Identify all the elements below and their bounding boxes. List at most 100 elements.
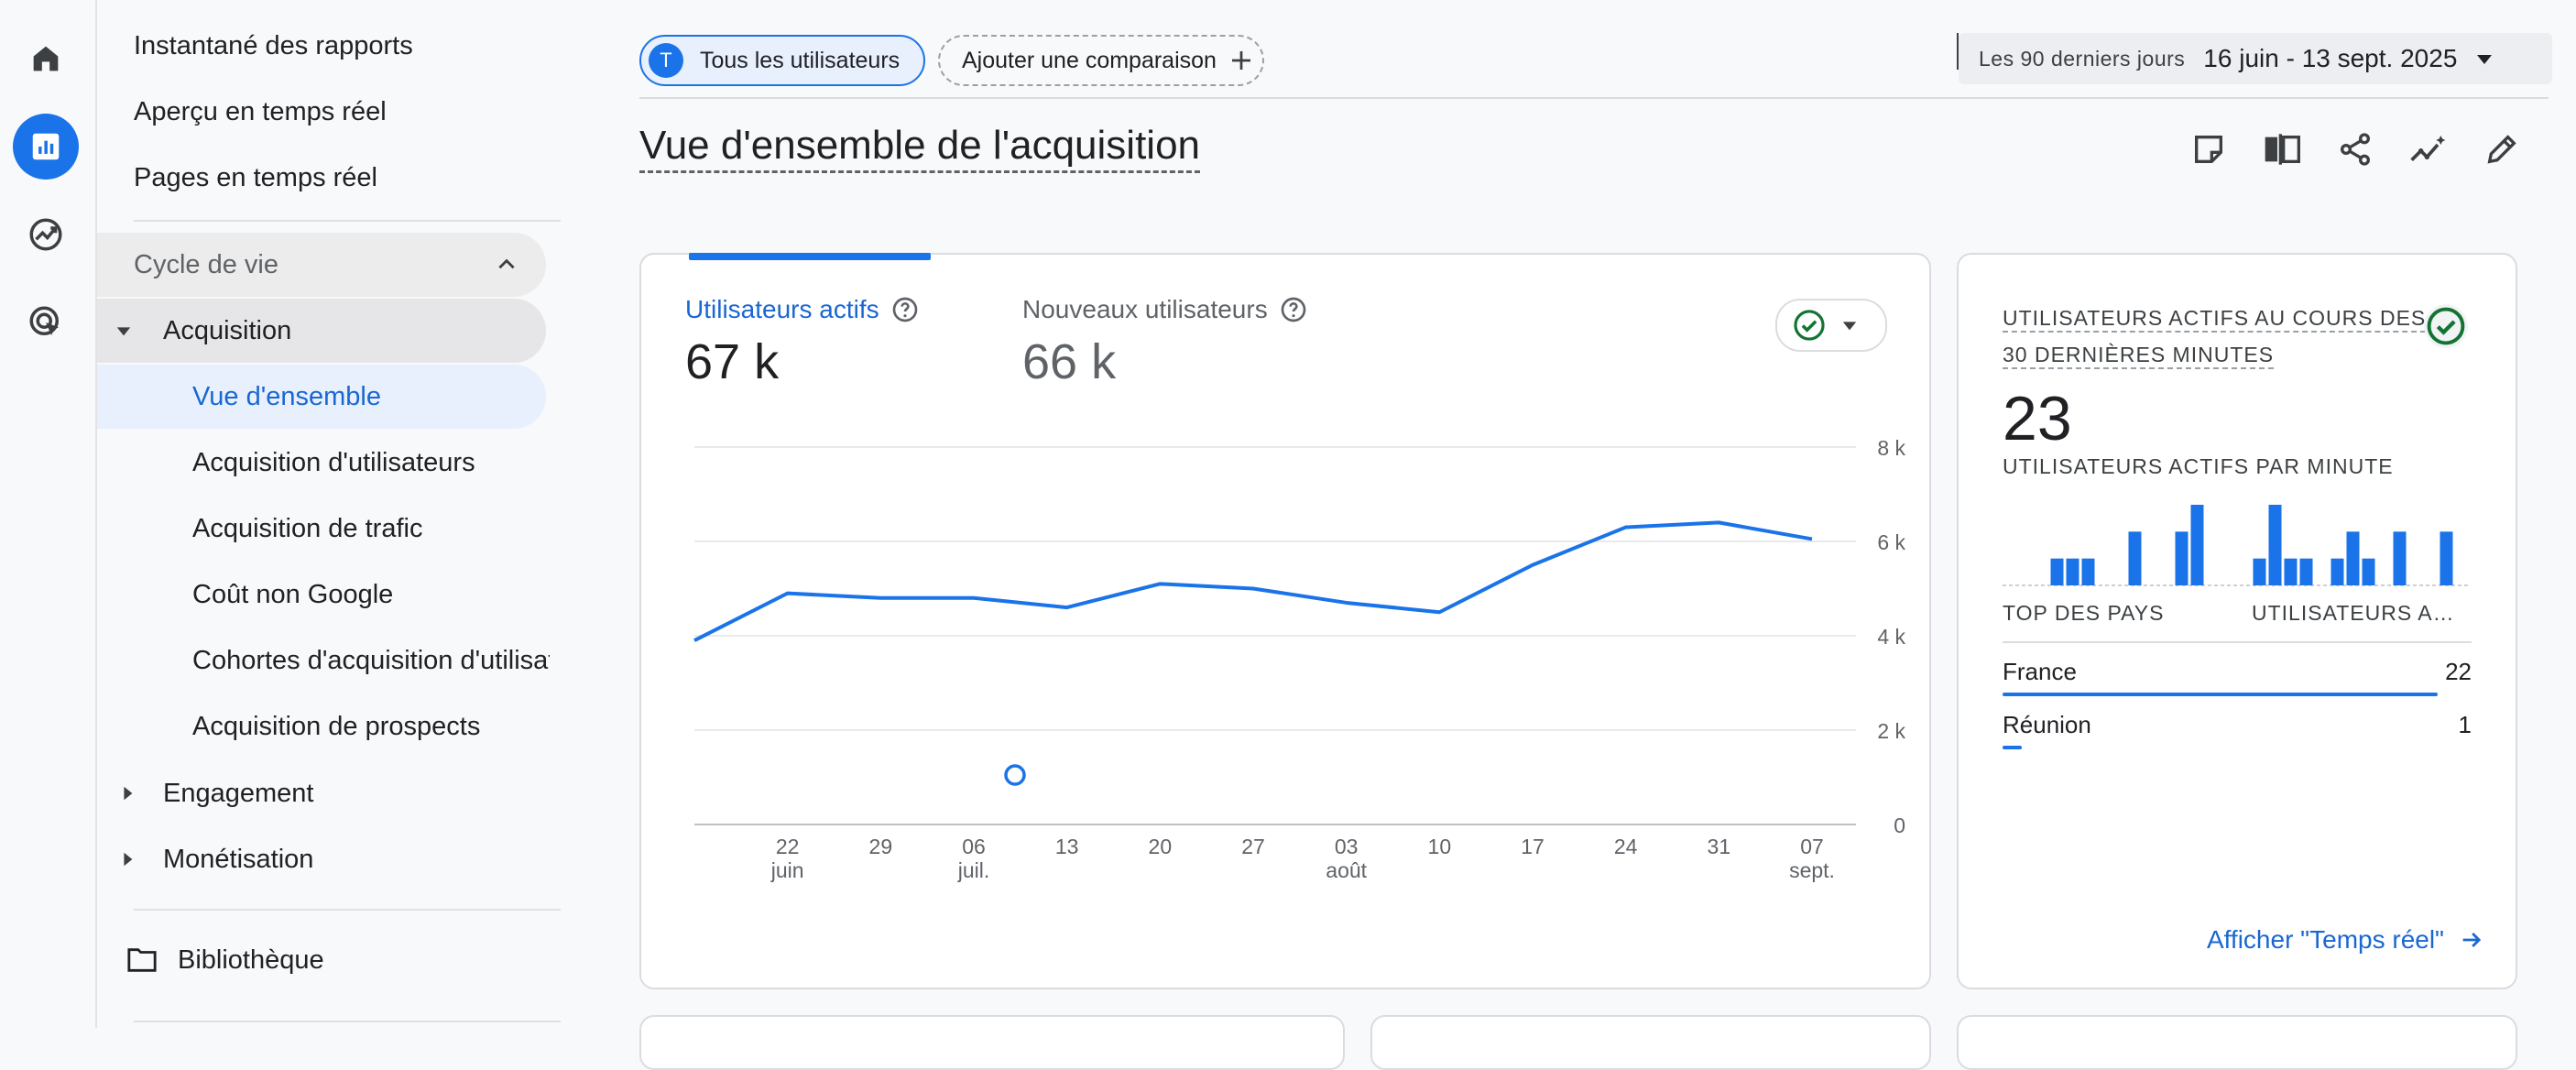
minute-bar xyxy=(2066,558,2079,585)
caret-down-icon xyxy=(116,327,131,336)
realtime-value: 23 xyxy=(2003,384,2072,453)
minute-bar xyxy=(2330,558,2344,585)
country-share-bar xyxy=(2003,746,2023,749)
per-minute-bars xyxy=(2003,505,2470,586)
nav-library-label: Bibliothèque xyxy=(178,944,324,975)
nav-sub-lead-acquisition[interactable]: Acquisition de prospects xyxy=(192,694,550,759)
nav-sub-traffic-acquisition[interactable]: Acquisition de trafic xyxy=(192,497,550,561)
users-header: UTILISATEURS A… xyxy=(2252,601,2455,625)
y-tick-label: 8 k xyxy=(1877,436,1905,460)
minute-bar xyxy=(2081,558,2095,585)
note-icon[interactable] xyxy=(2186,126,2232,172)
date-range-value: 16 juin - 13 sept. 2025 xyxy=(2203,44,2458,72)
annotation-marker xyxy=(1004,764,1026,786)
x-tick-label: 10 xyxy=(1428,835,1452,858)
minute-bar xyxy=(2050,558,2064,585)
add-comparison-button[interactable]: Ajouter une comparaison xyxy=(938,35,1264,86)
nav-divider xyxy=(134,1021,561,1022)
x-tick-label: 06 xyxy=(962,835,986,858)
reports-icon[interactable] xyxy=(13,114,79,180)
x-tick-label: 27 xyxy=(1241,835,1265,858)
segment-label: Tous les utilisateurs xyxy=(700,47,901,73)
caret-right-icon xyxy=(124,786,133,801)
segment-chip[interactable]: T Tous les utilisateurs xyxy=(639,35,925,86)
nav-section-lifecycle[interactable]: Cycle de vie xyxy=(97,233,546,297)
share-icon[interactable] xyxy=(2332,126,2378,172)
plus-icon xyxy=(1231,51,1250,70)
nav-item-realtime-pages[interactable]: Pages en temps réel xyxy=(134,148,377,207)
minute-bar xyxy=(2253,558,2266,585)
lower-card xyxy=(1370,1015,1931,1070)
date-range-picker[interactable]: Les 90 derniers jours 16 juin - 13 sept.… xyxy=(1959,33,2552,84)
view-realtime-label: Afficher "Temps réel" xyxy=(2206,925,2444,954)
chevron-up-icon xyxy=(498,258,515,269)
minute-bar xyxy=(2190,505,2204,585)
avatar: T xyxy=(649,43,683,78)
x-tick-label: 03 xyxy=(1335,835,1359,858)
page-title[interactable]: Vue d'ensemble de l'acquisition xyxy=(639,123,1201,173)
folder-icon xyxy=(127,948,157,972)
x-tick-label: 22 xyxy=(776,835,800,858)
minute-bar xyxy=(2268,505,2282,585)
main-content: T Tous les utilisateurs Ajouter une comp… xyxy=(561,0,2576,1070)
add-comparison-label: Ajouter une comparaison xyxy=(962,47,1217,73)
nav-sub-overview[interactable]: Vue d'ensemble xyxy=(97,365,546,429)
nav-sub-cohorts[interactable]: Cohortes d'acquisition d'utilisateurs xyxy=(192,628,550,693)
arrow-right-icon xyxy=(2462,933,2482,947)
country-value: 1 xyxy=(2458,711,2472,738)
nav-item-reports-snapshot[interactable]: Instantané des rapports xyxy=(134,16,413,75)
nav-sub-user-acquisition[interactable]: Acquisition d'utilisateurs xyxy=(192,431,550,495)
lower-card xyxy=(639,1015,1345,1070)
per-minute-label: UTILISATEURS ACTIFS PAR MINUTE xyxy=(2003,454,2394,478)
x-tick-month-label: sept. xyxy=(1789,858,1835,882)
caret-right-icon xyxy=(124,852,133,867)
home-icon[interactable] xyxy=(13,26,79,92)
nav-divider xyxy=(134,909,561,911)
minute-bar xyxy=(2175,531,2189,585)
nav-acquisition-label: Acquisition xyxy=(163,315,292,345)
y-tick-label: 0 xyxy=(1894,813,1905,837)
minute-bar xyxy=(2440,531,2453,585)
y-tick-label: 2 k xyxy=(1877,719,1905,743)
x-tick-label: 31 xyxy=(1708,835,1731,858)
x-tick-label: 29 xyxy=(869,835,893,858)
country-name: Réunion xyxy=(2003,711,2091,738)
nav-monetization-label: Monétisation xyxy=(163,844,314,874)
compare-icon[interactable] xyxy=(2259,126,2305,172)
nav-item-monetization[interactable]: Monétisation xyxy=(97,830,546,889)
minute-bar xyxy=(2299,558,2313,585)
check-circle-icon[interactable] xyxy=(2422,302,2470,350)
insights-icon[interactable] xyxy=(2406,126,2451,172)
country-row[interactable]: Réunion 1 xyxy=(2003,707,2472,759)
nav-panel: Instantané des rapports Aperçu en temps … xyxy=(97,0,561,1028)
nav-item-acquisition[interactable]: Acquisition xyxy=(97,299,546,363)
lower-card xyxy=(1957,1015,2517,1070)
country-value: 22 xyxy=(2445,658,2472,685)
left-rail xyxy=(0,0,97,1028)
y-tick-label: 6 k xyxy=(1877,530,1905,554)
y-tick-label: 4 k xyxy=(1877,625,1905,649)
acquisition-chart-card: Utilisateurs actifs 67 k Nouveaux utilis… xyxy=(639,253,1931,989)
nav-engagement-label: Engagement xyxy=(163,778,314,808)
nav-sub-non-google-cost[interactable]: Coût non Google xyxy=(192,562,550,627)
x-tick-month-label: juil. xyxy=(957,858,990,882)
edit-icon[interactable] xyxy=(2479,126,2525,172)
x-tick-label: 20 xyxy=(1149,835,1173,858)
view-realtime-link[interactable]: Afficher "Temps réel" xyxy=(2207,925,2484,955)
nav-item-engagement[interactable]: Engagement xyxy=(97,764,546,823)
x-tick-label: 07 xyxy=(1800,835,1824,858)
country-name: France xyxy=(2003,658,2077,685)
minute-bar xyxy=(2362,558,2375,585)
explore-icon[interactable] xyxy=(13,202,79,268)
line-chart: 0 2 k 4 k 6 k 8 k 22juin 29 06juil. 13 20 27 03août… xyxy=(693,436,1905,882)
x-tick-month-label: août xyxy=(1326,858,1367,882)
advertising-icon[interactable] xyxy=(13,289,79,355)
realtime-title-line1: UTILISATEURS ACTIFS AU COURS DES xyxy=(2003,306,2427,333)
country-row[interactable]: France 22 xyxy=(2003,654,2472,705)
minute-bar xyxy=(2284,558,2298,585)
table-divider xyxy=(2003,641,2472,643)
minute-bar xyxy=(2346,531,2360,585)
nav-item-realtime-overview[interactable]: Aperçu en temps réel xyxy=(134,82,387,141)
nav-item-library[interactable]: Bibliothèque xyxy=(126,931,324,989)
x-tick-label: 17 xyxy=(1521,835,1545,858)
